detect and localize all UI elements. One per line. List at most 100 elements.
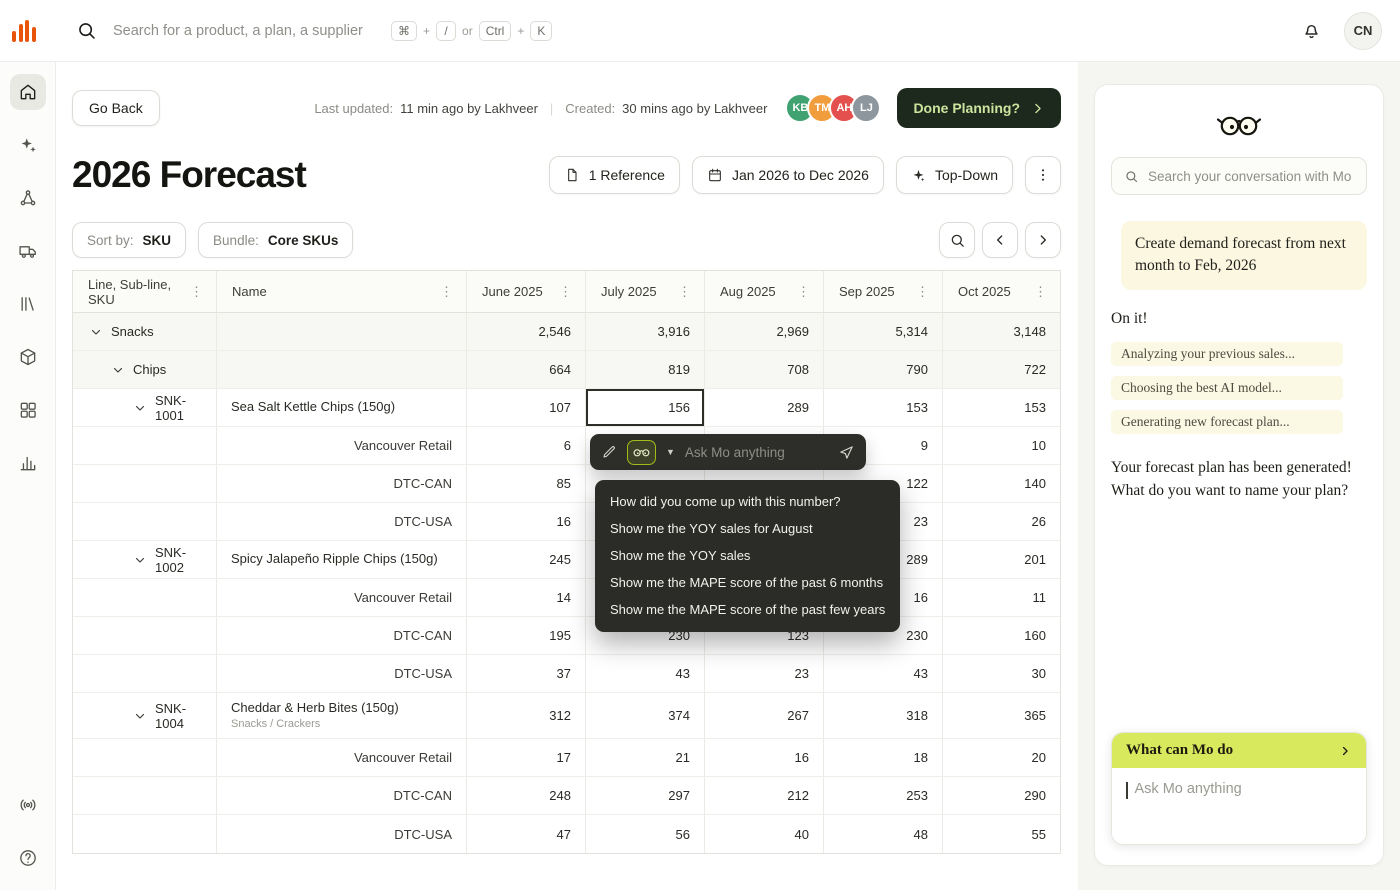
cell-value[interactable]: 312: [467, 693, 586, 738]
cell-value[interactable]: 160: [943, 617, 1060, 654]
cell-value[interactable]: 156: [586, 389, 705, 426]
cell-value[interactable]: 18: [824, 739, 943, 776]
cell-value[interactable]: 37: [467, 655, 586, 692]
sidebar-item-help[interactable]: [10, 840, 46, 876]
cell-value[interactable]: 21: [586, 739, 705, 776]
cell-value[interactable]: 16: [467, 503, 586, 540]
sidebar-item-modules[interactable]: [10, 392, 46, 428]
cell-value[interactable]: 245: [467, 541, 586, 578]
reference-button[interactable]: 1 Reference: [548, 156, 680, 194]
column-menu-icon[interactable]: ⋮: [1031, 284, 1050, 300]
cell-value[interactable]: 790: [824, 351, 943, 388]
cell-value[interactable]: 48: [824, 815, 943, 853]
cell-value[interactable]: 290: [943, 777, 1060, 814]
what-can-mo-do-button[interactable]: What can Mo do: [1112, 733, 1366, 768]
suggestion-item[interactable]: Show me the MAPE score of the past 6 mon…: [595, 570, 900, 597]
cell-value[interactable]: 5,314: [824, 313, 943, 350]
cell-value[interactable]: 267: [705, 693, 824, 738]
cell-value[interactable]: 16: [705, 739, 824, 776]
cell-value[interactable]: 212: [705, 777, 824, 814]
next-period-button[interactable]: [1025, 222, 1061, 258]
table-search-button[interactable]: [939, 222, 975, 258]
bundle-pill[interactable]: Bundle: Core SKUs: [198, 222, 354, 258]
chevron-down-icon[interactable]: [134, 554, 146, 566]
cell-value[interactable]: 374: [586, 693, 705, 738]
chevron-down-icon[interactable]: [90, 326, 102, 338]
cell-value[interactable]: 153: [943, 389, 1060, 426]
cell-value[interactable]: 20: [943, 739, 1060, 776]
sidebar-item-broadcast[interactable]: [10, 787, 46, 823]
cell-value[interactable]: 85: [467, 465, 586, 502]
cell-value[interactable]: 30: [943, 655, 1060, 692]
suggestion-item[interactable]: Show me the MAPE score of the past few y…: [595, 597, 900, 624]
column-menu-icon[interactable]: ⋮: [794, 284, 813, 300]
cell-value[interactable]: 11: [943, 579, 1060, 616]
sidebar-item-library[interactable]: [10, 286, 46, 322]
go-back-button[interactable]: Go Back: [72, 90, 160, 126]
sidebar-item-package[interactable]: [10, 339, 46, 375]
chevron-down-icon[interactable]: [134, 710, 146, 722]
cell-value[interactable]: 3,148: [943, 313, 1060, 350]
cell-value[interactable]: 153: [824, 389, 943, 426]
sidebar-item-home[interactable]: [9, 74, 46, 110]
edit-pencil-icon[interactable]: [601, 444, 617, 460]
column-menu-icon[interactable]: ⋮: [913, 284, 932, 300]
cell-value[interactable]: 26: [943, 503, 1060, 540]
mo-search-input[interactable]: Search your conversation with Mo: [1111, 157, 1367, 195]
cell-value[interactable]: 2,969: [705, 313, 824, 350]
suggestion-item[interactable]: How did you come up with this number?: [595, 489, 900, 516]
cell-value[interactable]: 819: [586, 351, 705, 388]
sidebar-item-truck[interactable]: [10, 233, 46, 269]
cell-value[interactable]: 297: [586, 777, 705, 814]
cell-value[interactable]: 40: [705, 815, 824, 853]
sidebar-item-molecule[interactable]: [10, 180, 46, 216]
column-menu-icon[interactable]: ⋮: [187, 284, 206, 300]
cell-value[interactable]: 195: [467, 617, 586, 654]
caret-down-icon[interactable]: ▼: [666, 447, 675, 457]
cell-value[interactable]: 722: [943, 351, 1060, 388]
column-menu-icon[interactable]: ⋮: [437, 284, 456, 300]
cell-value[interactable]: 289: [705, 389, 824, 426]
cell-value[interactable]: 56: [586, 815, 705, 853]
collaborator-avatar-lj[interactable]: LJ: [851, 93, 882, 123]
sort-by-pill[interactable]: Sort by: SKU: [72, 222, 187, 258]
cell-value[interactable]: 253: [824, 777, 943, 814]
send-icon[interactable]: [838, 444, 855, 461]
cell-value[interactable]: 43: [824, 655, 943, 692]
cell-value[interactable]: 708: [705, 351, 824, 388]
cell-value[interactable]: 2,546: [467, 313, 586, 350]
cell-value[interactable]: 140: [943, 465, 1060, 502]
cell-value[interactable]: 23: [705, 655, 824, 692]
cell-value[interactable]: 14: [467, 579, 586, 616]
sidebar-item-chart[interactable]: [10, 445, 46, 481]
suggestion-item[interactable]: Show me the YOY sales for August: [595, 516, 900, 543]
column-menu-icon[interactable]: ⋮: [675, 284, 694, 300]
cell-value[interactable]: 43: [586, 655, 705, 692]
prev-period-button[interactable]: [982, 222, 1018, 258]
ask-mo-goggles-button[interactable]: [627, 439, 656, 465]
method-button[interactable]: Top-Down: [895, 156, 1013, 194]
date-range-button[interactable]: Jan 2026 to Dec 2026: [691, 156, 884, 194]
cell-value[interactable]: 6: [467, 427, 586, 464]
brand-logo[interactable]: [10, 17, 38, 45]
cell-value[interactable]: 47: [467, 815, 586, 853]
cell-value[interactable]: 365: [943, 693, 1060, 738]
cell-value[interactable]: 17: [467, 739, 586, 776]
cell-value[interactable]: 55: [943, 815, 1060, 853]
cell-value[interactable]: 107: [467, 389, 586, 426]
chevron-down-icon[interactable]: [112, 364, 124, 376]
column-menu-icon[interactable]: ⋮: [556, 284, 575, 300]
global-search[interactable]: Search for a product, a plan, a supplier…: [76, 20, 553, 41]
cell-value[interactable]: 664: [467, 351, 586, 388]
sidebar-item-sparkles[interactable]: [10, 127, 46, 163]
cell-value[interactable]: 201: [943, 541, 1060, 578]
cell-popup-input[interactable]: Ask Mo anything: [685, 445, 828, 460]
more-options-button[interactable]: [1025, 156, 1061, 194]
cell-value[interactable]: 318: [824, 693, 943, 738]
cell-value[interactable]: 3,916: [586, 313, 705, 350]
cell-value[interactable]: 10: [943, 427, 1060, 464]
user-avatar[interactable]: CN: [1344, 11, 1382, 50]
cell-value[interactable]: 248: [467, 777, 586, 814]
notifications-bell-icon[interactable]: [1301, 20, 1322, 41]
chevron-down-icon[interactable]: [134, 402, 146, 414]
